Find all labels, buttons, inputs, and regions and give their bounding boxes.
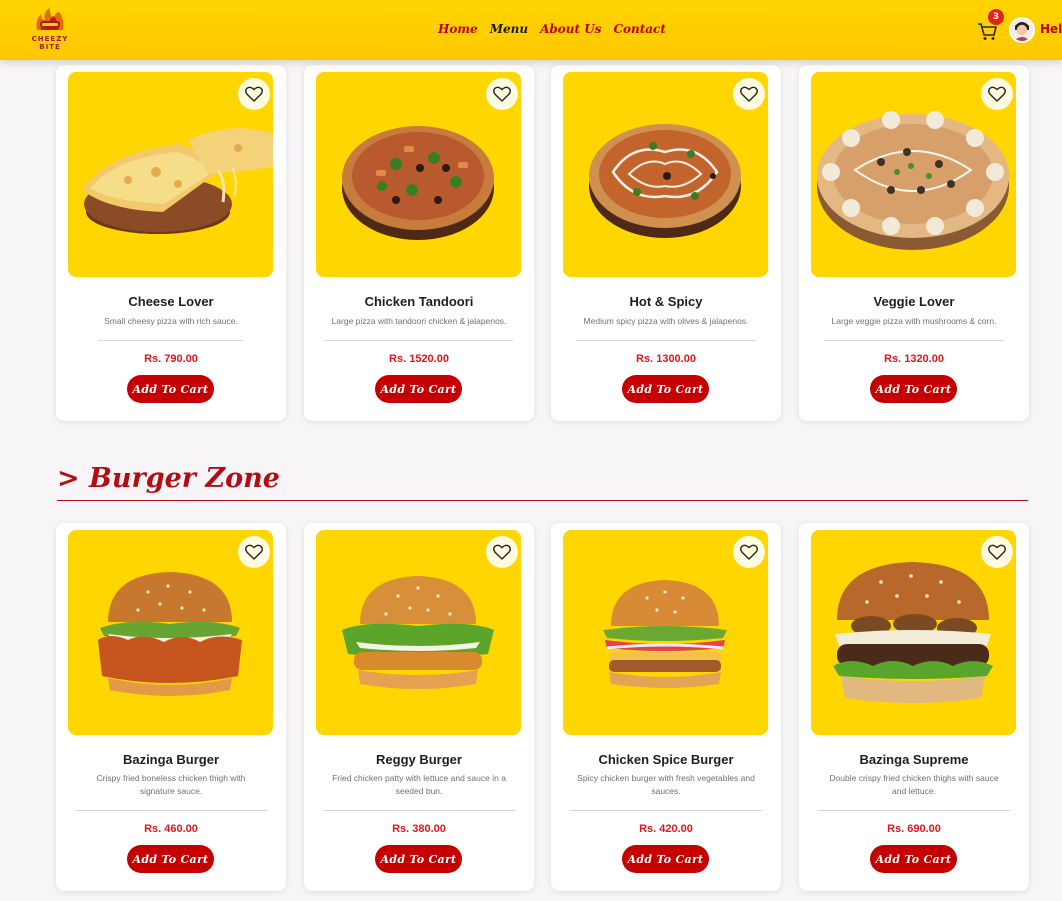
heart-icon: [493, 86, 511, 102]
cheezy-bite-logo[interactable]: CHEEZY BITE: [20, 6, 80, 51]
favorite-button[interactable]: [733, 78, 765, 110]
divider: [570, 810, 762, 811]
divider: [98, 340, 243, 341]
product-card-veggie-lover: Veggie Lover Large veggie pizza with mus…: [799, 65, 1029, 421]
product-description: Small cheesy pizza with rich sauce.: [104, 316, 238, 326]
favorite-button[interactable]: [486, 78, 518, 110]
add-to-cart-button[interactable]: Add To Cart: [622, 375, 709, 403]
product-image: [563, 72, 768, 277]
product-name: Bazinga Burger: [122, 752, 220, 767]
product-description: Double crispy fried chicken thighs with …: [829, 773, 999, 796]
nav-home[interactable]: Home: [438, 22, 478, 36]
heart-icon: [740, 86, 758, 102]
product-price: Rs. 380.00: [392, 823, 446, 835]
heart-icon: [245, 86, 263, 102]
heart-icon: [493, 544, 511, 560]
product-image: [563, 530, 768, 735]
divider: [576, 340, 756, 341]
favorite-button[interactable]: [238, 536, 270, 568]
favorite-button[interactable]: [981, 536, 1013, 568]
section-divider: [57, 500, 1028, 501]
product-description: Crispy fried boneless chicken thigh with…: [96, 773, 246, 796]
product-image: [316, 530, 521, 735]
favorite-button[interactable]: [733, 536, 765, 568]
divider: [824, 340, 1004, 341]
product-price: Rs. 790.00: [144, 353, 198, 365]
divider: [75, 810, 267, 811]
product-description: Medium spicy pizza with olives & jalapen…: [583, 316, 749, 326]
product-description: Large pizza with tandoori chicken & jala…: [331, 316, 507, 326]
product-name: Reggy Burger: [376, 752, 462, 767]
product-card-reggy-burger: Reggy Burger Fried chicken patty with le…: [304, 523, 534, 891]
product-price: Rs. 460.00: [144, 823, 198, 835]
product-price: Rs. 690.00: [887, 823, 941, 835]
add-to-cart-button[interactable]: Add To Cart: [870, 375, 957, 403]
product-image: [811, 72, 1016, 277]
add-to-cart-button[interactable]: Add To Cart: [127, 375, 214, 403]
product-description: Spicy chicken burger with fresh vegetabl…: [577, 773, 755, 796]
site-header: CHEEZY BITE Home Menu About Us Contact 3…: [0, 0, 1062, 60]
main-nav: Home Menu About Us Contact: [438, 22, 666, 36]
heart-icon: [988, 86, 1006, 102]
favorite-button[interactable]: [238, 78, 270, 110]
product-card-chicken-tandoori: Chicken Tandoori Large pizza with tandoo…: [304, 65, 534, 421]
user-greeting[interactable]: Hell: [1040, 22, 1062, 36]
add-to-cart-button[interactable]: Add To Cart: [127, 845, 214, 873]
product-description: Large veggie pizza with mushrooms & corn…: [831, 316, 997, 326]
divider: [323, 810, 515, 811]
product-price: Rs. 1320.00: [884, 353, 944, 365]
divider: [818, 810, 1010, 811]
product-card-cheese-lover: Cheese Lover Small cheesy pizza with ric…: [56, 65, 286, 421]
nav-about-us[interactable]: About Us: [540, 22, 601, 36]
product-image: [68, 72, 273, 277]
product-name: Cheese Lover: [128, 294, 214, 309]
add-to-cart-button[interactable]: Add To Cart: [375, 845, 462, 873]
product-card-bazinga-supreme: Bazinga Supreme Double crispy fried chic…: [799, 523, 1029, 891]
logo-text: CHEEZY BITE: [31, 35, 69, 51]
product-name: Hot & Spicy: [629, 294, 703, 309]
product-image: [68, 530, 273, 735]
product-name: Chicken Spice Burger: [598, 752, 734, 767]
nav-menu[interactable]: Menu: [490, 22, 528, 36]
product-card-chicken-spice-burger: Chicken Spice Burger Spicy chicken burge…: [551, 523, 781, 891]
cart-count-badge: 3: [988, 9, 1004, 25]
add-to-cart-button[interactable]: Add To Cart: [375, 375, 462, 403]
product-price: Rs. 1520.00: [389, 353, 449, 365]
favorite-button[interactable]: [486, 536, 518, 568]
user-avatar-icon: [1011, 19, 1033, 41]
product-image: [316, 72, 521, 277]
product-name: Bazinga Supreme: [859, 752, 969, 767]
product-name: Chicken Tandoori: [364, 294, 474, 309]
heart-icon: [740, 544, 758, 560]
product-card-hot-spicy: Hot & Spicy Medium spicy pizza with oliv…: [551, 65, 781, 421]
heart-icon: [988, 544, 1006, 560]
heart-icon: [245, 544, 263, 560]
product-image: [811, 530, 1016, 735]
product-price: Rs. 420.00: [639, 823, 693, 835]
product-price: Rs. 1300.00: [636, 353, 696, 365]
divider: [323, 340, 513, 341]
add-to-cart-button[interactable]: Add To Cart: [870, 845, 957, 873]
product-description: Fried chicken patty with lettuce and sau…: [332, 773, 506, 796]
product-name: Veggie Lover: [873, 294, 955, 309]
add-to-cart-button[interactable]: Add To Cart: [622, 845, 709, 873]
product-card-bazinga-burger: Bazinga Burger Crispy fried boneless chi…: [56, 523, 286, 891]
favorite-button[interactable]: [981, 78, 1013, 110]
user-avatar[interactable]: [1009, 17, 1035, 43]
nav-contact[interactable]: Contact: [613, 22, 665, 36]
flame-logo-icon: [36, 8, 64, 30]
section-title-burger-zone: > Burger Zone: [57, 463, 280, 494]
